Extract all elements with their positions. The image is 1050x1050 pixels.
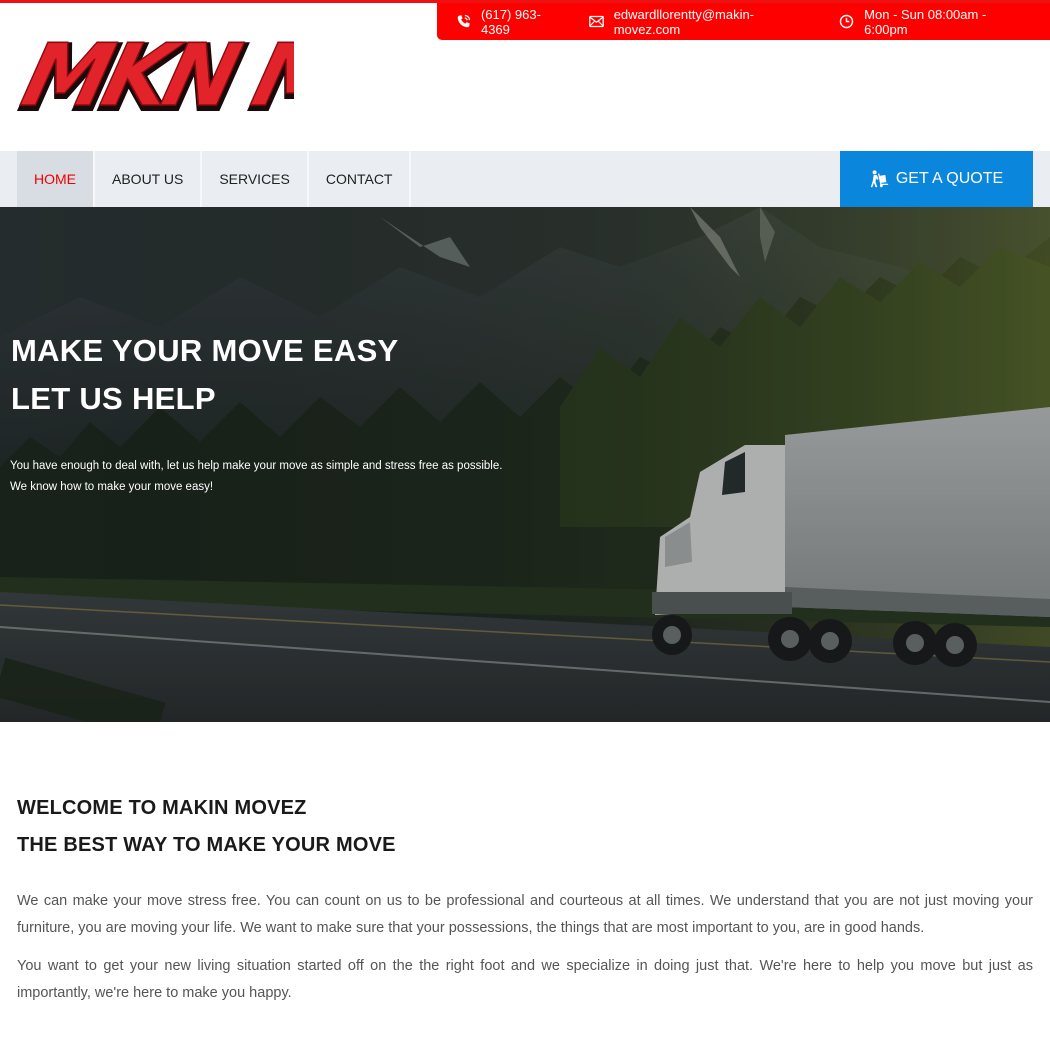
get-a-quote-button[interactable]: GET A QUOTE bbox=[840, 151, 1033, 207]
clock-icon bbox=[839, 14, 854, 29]
nav-item-services[interactable]: SERVICES bbox=[202, 151, 309, 207]
hero-banner: MAKE YOUR MOVE EASY LET US HELP You have… bbox=[0, 207, 1050, 722]
svg-text:MKN MVZ: MKN MVZ bbox=[14, 26, 294, 126]
mover-dolly-icon bbox=[870, 170, 888, 188]
phone-icon bbox=[457, 14, 471, 28]
nav-menu: HOME ABOUT US SERVICES CONTACT bbox=[17, 151, 412, 207]
site-logo[interactable]: MKN MVZ MKN MVZ bbox=[14, 26, 294, 130]
contact-hours: Mon - Sun 08:00am - 6:00pm bbox=[838, 7, 1033, 37]
nav-item-home[interactable]: HOME bbox=[17, 151, 95, 207]
contact-email[interactable]: edwardllorentty@makin-movez.com bbox=[588, 7, 820, 37]
nav-item-about-us[interactable]: ABOUT US bbox=[95, 151, 203, 207]
envelope-icon bbox=[588, 15, 604, 28]
contact-phone[interactable]: (617) 963-4369 bbox=[455, 7, 570, 37]
get-a-quote-label: GET A QUOTE bbox=[895, 170, 1004, 187]
contact-hours-text: Mon - Sun 08:00am - 6:00pm bbox=[864, 6, 987, 37]
welcome-subheading: THE BEST WAY TO MAKE YOUR MOVE bbox=[17, 834, 396, 856]
contact-phone-text: (617) 963-4369 bbox=[480, 6, 541, 37]
contact-email-text: edwardllorentty@makin-movez.com bbox=[613, 6, 755, 37]
hero-text-line-2: We know how to make your move easy! bbox=[10, 481, 214, 493]
contact-info-bar: (617) 963-4369 edwardllorentty@makin-mov… bbox=[437, 3, 1050, 40]
hero-title-line-2: LET US HELP bbox=[11, 381, 216, 416]
main-navigation: HOME ABOUT US SERVICES CONTACT GET A QUO… bbox=[0, 151, 1050, 207]
welcome-heading: WELCOME TO MAKIN MOVEZ bbox=[17, 797, 307, 819]
hero-text-line-1: You have enough to deal with, let us hel… bbox=[10, 460, 503, 472]
welcome-paragraph-1: We can make your move stress free. You c… bbox=[17, 893, 1033, 936]
nav-item-contact[interactable]: CONTACT bbox=[309, 151, 412, 207]
hero-title-line-1: MAKE YOUR MOVE EASY bbox=[11, 333, 399, 368]
welcome-paragraph-2: You want to get your new living situatio… bbox=[17, 958, 1033, 1001]
